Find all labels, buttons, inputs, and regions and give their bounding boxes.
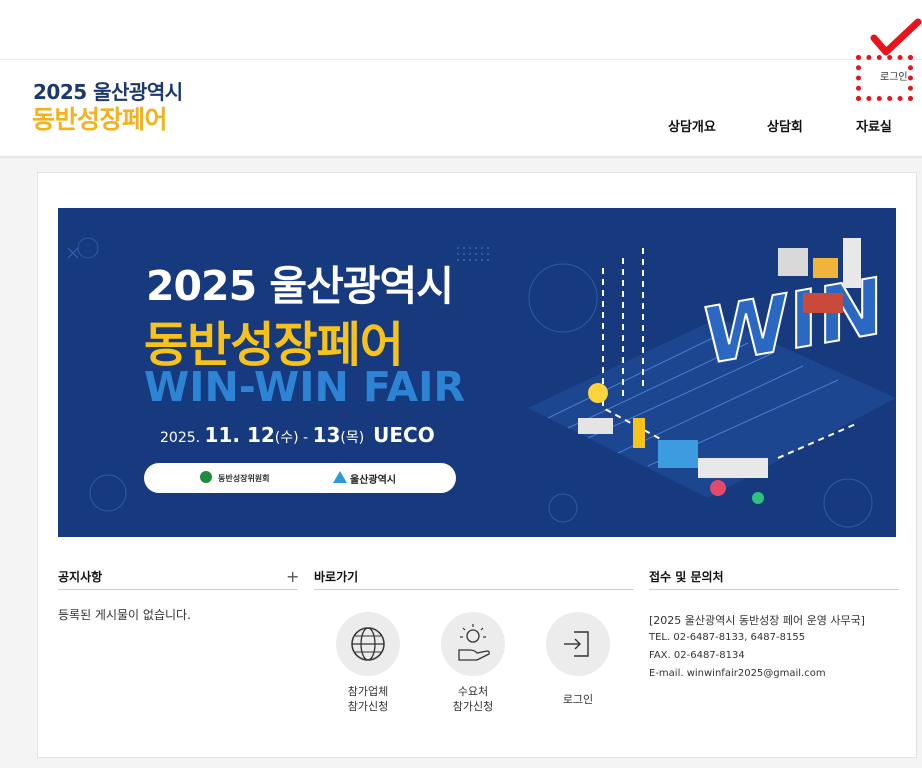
date-day1: (수) — [274, 430, 299, 446]
notice-more-icon[interactable]: + — [286, 567, 299, 586]
date-year: 2025. — [160, 430, 201, 446]
nav-item-overview[interactable]: 상담개요 — [668, 116, 716, 135]
header-shadow — [0, 156, 922, 158]
date-venue: UECO — [373, 423, 435, 447]
banner-title-english: WIN-WIN FAIR — [144, 363, 465, 411]
participant-apply-line2: 참가신청 — [347, 700, 389, 713]
date-dash: - — [303, 430, 309, 446]
quicklinks-title: 바로가기 — [314, 570, 359, 584]
contact-organization: [2025 울산광역시 동반성장 페어 운영 사무국] — [649, 614, 865, 627]
login-quick-button[interactable] — [546, 612, 610, 676]
date-main: 11. 12 — [204, 423, 275, 447]
buyer-apply-button[interactable] — [441, 612, 505, 676]
commission-logo-icon — [200, 471, 212, 483]
header-divider — [0, 59, 922, 60]
organizer-commission: 동반성장위원회 — [218, 474, 270, 483]
participant-apply-line1: 참가업체 — [347, 685, 389, 698]
buyer-apply-line2: 참가신청 — [452, 700, 494, 713]
banner-title-line1: 2025 울산광역시 — [146, 262, 454, 310]
buyer-apply-line1: 수요처 — [457, 685, 489, 698]
globe-icon — [351, 627, 385, 661]
login-quick-label[interactable]: 로그인 — [546, 692, 610, 707]
date-end: 13 — [312, 423, 341, 447]
quicklinks-divider — [314, 589, 634, 590]
contact-divider — [649, 589, 899, 590]
notice-title: 공지사항 — [58, 570, 103, 584]
checkmark-icon — [870, 18, 922, 56]
nav-item-consultation[interactable]: 상담회 — [767, 116, 803, 135]
organizer-pill — [144, 463, 456, 493]
participant-apply-button[interactable] — [336, 612, 400, 676]
contact-fax: FAX. 02-6487-8134 — [649, 650, 745, 661]
highlight-box — [856, 55, 913, 101]
contact-tel: TEL. 02-6487-8133, 6487-8155 — [649, 632, 806, 643]
notice-empty-message: 등록된 게시물이 없습니다. — [58, 608, 191, 622]
date-day2: (목) — [340, 430, 365, 446]
buyer-apply-label[interactable]: 수요처 참가신청 — [441, 684, 505, 714]
event-banner[interactable]: WIN 2025 울산광역시 동반성장페어 WIN-WIN FAIR 2025.… — [58, 208, 896, 537]
nav-item-resources[interactable]: 자료실 — [856, 116, 892, 135]
banner-event-date: 2025. 11. 12(수) - 13(목) UECO — [160, 423, 435, 447]
contact-email: E-mail. winwinfair2025@gmail.com — [649, 668, 826, 679]
contact-title: 접수 및 문의처 — [649, 570, 724, 584]
ulsan-logo-icon — [333, 471, 347, 483]
notice-divider — [58, 589, 298, 590]
organizer-ulsan: 울산광역시 — [350, 475, 396, 486]
participant-apply-label[interactable]: 참가업체 참가신청 — [336, 684, 400, 714]
site-logo-line2[interactable]: 동반성장페어 — [32, 100, 168, 136]
idea-hand-icon — [458, 624, 490, 661]
login-icon — [564, 631, 589, 657]
